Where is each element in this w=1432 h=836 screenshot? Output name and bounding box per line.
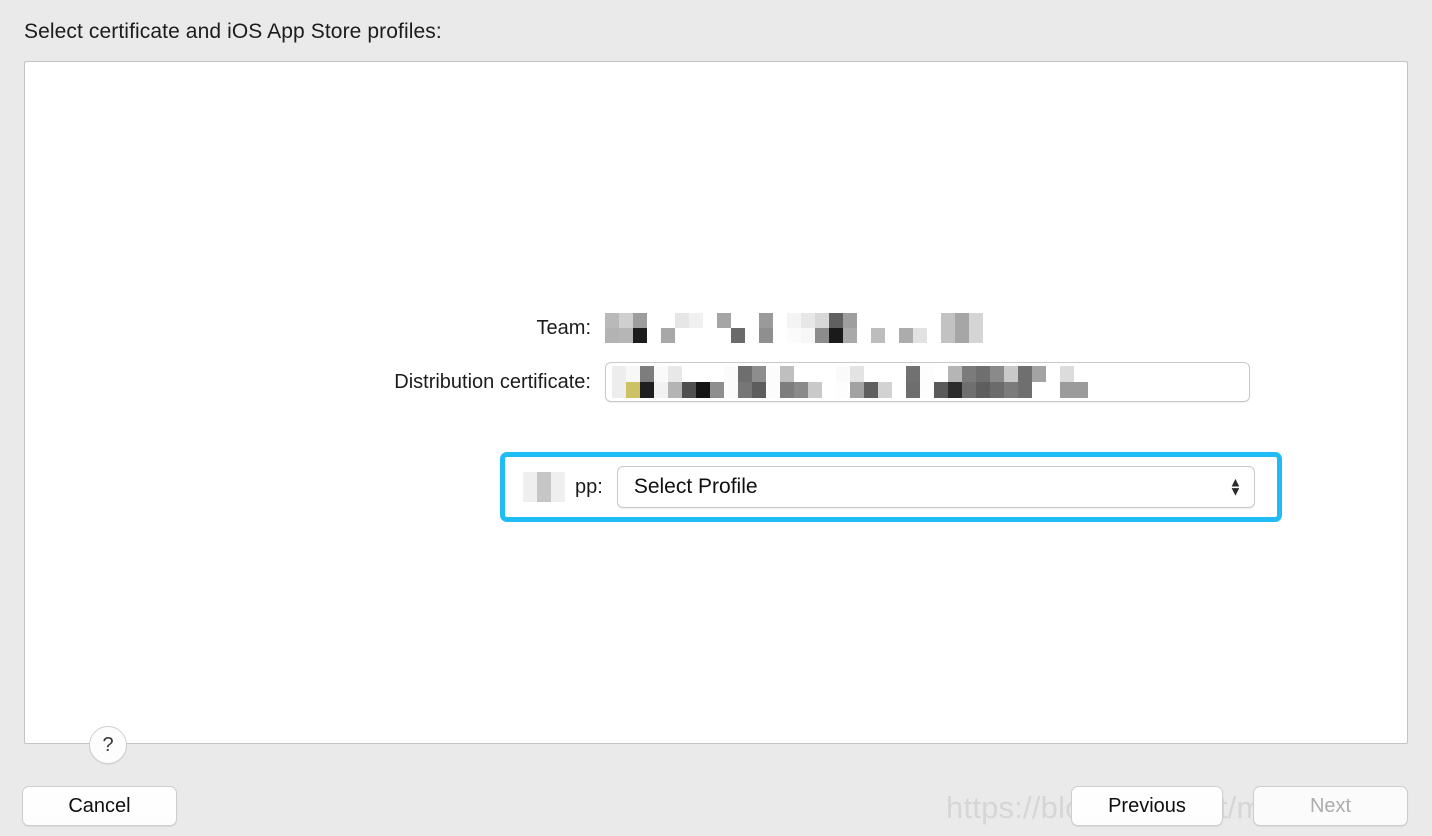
mosaic-block [654, 366, 668, 398]
mosaic-block [605, 313, 619, 343]
profile-row: pp: Select Profile ▲ ▼ [505, 457, 1277, 517]
team-label: Team: [536, 316, 591, 339]
mosaic-block [696, 366, 710, 398]
mosaic-block [766, 366, 780, 398]
mosaic-block [682, 366, 696, 398]
mosaic-block [612, 366, 626, 398]
mosaic-block [913, 313, 927, 343]
profile-label: pp: [575, 475, 603, 498]
mosaic-block [1004, 366, 1018, 398]
profile-form: Team: Distribution certificate: [25, 305, 1407, 413]
mosaic-block [633, 313, 647, 343]
next-button[interactable]: Next [1253, 786, 1408, 826]
mosaic-block [661, 313, 675, 343]
mosaic-block [717, 313, 731, 343]
help-button[interactable]: ? [89, 726, 127, 764]
mosaic-block [710, 366, 724, 398]
mosaic-block [899, 313, 913, 343]
mosaic-block [745, 313, 759, 343]
next-button-label: Next [1309, 794, 1352, 817]
mosaic-block [738, 366, 752, 398]
mosaic-block [822, 366, 836, 398]
mosaic-block [906, 366, 920, 398]
mosaic-block [647, 313, 661, 343]
mosaic-block [794, 366, 808, 398]
mosaic-block [962, 366, 976, 398]
mosaic-block [752, 366, 766, 398]
mosaic-block [523, 472, 537, 502]
certificate-label: Distribution certificate: [394, 370, 591, 393]
mosaic-block [619, 313, 633, 343]
mosaic-block [892, 366, 906, 398]
chevron-up-down-icon: ▲ ▼ [1228, 474, 1242, 499]
mosaic-block [829, 313, 843, 343]
mosaic-block [1032, 366, 1046, 398]
mosaic-block [927, 313, 941, 343]
page-title: Select certificate and iOS App Store pro… [24, 20, 442, 43]
mosaic-block [857, 313, 871, 343]
team-row: Team: [25, 305, 1407, 351]
mosaic-block [878, 366, 892, 398]
mosaic-block [759, 313, 773, 343]
mosaic-block [934, 366, 948, 398]
mosaic-block [990, 366, 1004, 398]
mosaic-block [626, 366, 640, 398]
certificate-row: Distribution certificate: [25, 359, 1407, 405]
question-mark-icon: ? [102, 733, 114, 756]
profile-label-container: pp: [523, 472, 603, 502]
mosaic-block [843, 313, 857, 343]
team-label-container: Team: [25, 317, 605, 340]
mosaic-block [780, 366, 794, 398]
mosaic-block [1088, 366, 1102, 398]
mosaic-block [836, 366, 850, 398]
mosaic-block [731, 313, 745, 343]
profile-label-redacted-prefix [523, 472, 565, 502]
mosaic-block [808, 366, 822, 398]
cancel-button[interactable]: Cancel [22, 786, 177, 826]
mosaic-block [864, 366, 878, 398]
mosaic-block [668, 366, 682, 398]
mosaic-block [1074, 366, 1088, 398]
mosaic-block [724, 366, 738, 398]
team-redacted-value [605, 313, 983, 343]
mosaic-block [885, 313, 899, 343]
mosaic-block [675, 313, 689, 343]
content-panel: Team: Distribution certificate: ? [24, 61, 1408, 764]
profile-selected-value: Select Profile [633, 475, 758, 498]
profile-row-highlight: pp: Select Profile ▲ ▼ [500, 452, 1282, 522]
mosaic-block [689, 313, 703, 343]
mosaic-block [871, 313, 885, 343]
certificate-value-field[interactable] [605, 362, 1250, 402]
profile-dropdown[interactable]: Select Profile ▲ ▼ [616, 466, 1255, 508]
mosaic-block [1018, 366, 1032, 398]
previous-button[interactable]: Previous [1071, 786, 1223, 826]
mosaic-block [537, 472, 551, 502]
team-value-field[interactable] [605, 313, 983, 343]
certificate-redacted-value [612, 366, 1102, 398]
mosaic-block [815, 313, 829, 343]
mosaic-block [640, 366, 654, 398]
mosaic-block [976, 366, 990, 398]
mosaic-block [1060, 366, 1074, 398]
mosaic-block [955, 313, 969, 343]
cancel-button-label: Cancel [68, 794, 131, 817]
mosaic-block [773, 313, 787, 343]
mosaic-block [920, 366, 934, 398]
mosaic-block [703, 313, 717, 343]
mosaic-block [941, 313, 955, 343]
certificate-label-container: Distribution certificate: [25, 371, 605, 394]
mosaic-block [850, 366, 864, 398]
mosaic-block [787, 313, 801, 343]
mosaic-block [1046, 366, 1060, 398]
mosaic-block [801, 313, 815, 343]
mosaic-block [969, 313, 983, 343]
mosaic-block [551, 472, 565, 502]
certificate-dropdown[interactable] [605, 362, 1250, 402]
previous-button-label: Previous [1108, 794, 1186, 817]
mosaic-block [948, 366, 962, 398]
